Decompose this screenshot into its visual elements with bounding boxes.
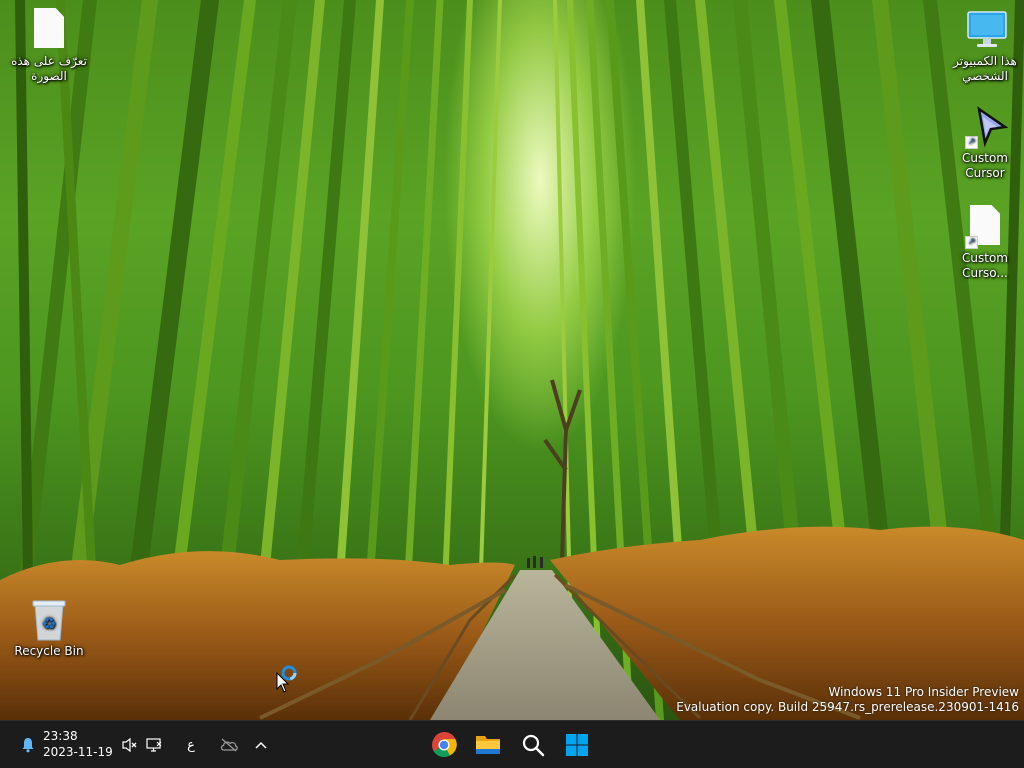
evaluation-watermark: Windows 11 Pro Insider Preview Evaluatio… — [676, 685, 1019, 715]
watermark-line2: Evaluation copy. Build 25947.rs_prerelea… — [676, 700, 1019, 714]
file-explorer-taskbar-button[interactable] — [472, 729, 504, 761]
shortcut-arrow-icon: ↗ — [965, 236, 978, 249]
custom-cursor-icon: ↗ — [965, 105, 1009, 149]
onedrive-button[interactable] — [216, 733, 242, 757]
onedrive-offline-icon — [220, 738, 238, 752]
search-icon — [522, 734, 545, 757]
watermark-line1: Windows 11 Pro Insider Preview — [828, 685, 1019, 699]
desktop-icon-label: Recycle Bin — [14, 644, 84, 658]
clock-date: 2023-11-19 — [43, 745, 113, 759]
bell-icon — [22, 738, 34, 753]
desktop-icon-label: تعرّف على هذه الصورة — [11, 54, 87, 83]
taskbar: 23:38 2023-11-19 ع — [0, 720, 1024, 768]
document-icon — [34, 8, 64, 48]
clock-time: 23:38 — [43, 729, 78, 743]
desktop[interactable]: تعرّف على هذه الصورة ♻ Recycle Bin هذا ا… — [0, 0, 1024, 720]
bamboo-forest-wallpaper — [0, 0, 1024, 720]
desktop-icon-recycle-bin[interactable]: ♻ Recycle Bin — [9, 598, 89, 659]
desktop-icon-custom-cursor-file[interactable]: ↗ Custom Curso... — [945, 205, 1024, 281]
desktop-icon-label: هذا الكمبيوتر الشخصي — [953, 54, 1017, 83]
notifications-button[interactable] — [14, 731, 42, 759]
start-icon — [566, 734, 588, 756]
clock[interactable]: 23:38 2023-11-19 — [43, 728, 113, 760]
start-button[interactable] — [561, 729, 593, 761]
desktop-icon-learn-about-picture[interactable]: تعرّف على هذه الصورة — [9, 8, 89, 84]
shortcut-arrow-icon: ↗ — [965, 136, 978, 149]
input-language-label: ع — [187, 737, 195, 753]
file-explorer-icon — [476, 736, 500, 754]
svg-text:♻: ♻ — [42, 614, 56, 633]
search-taskbar-button[interactable] — [517, 729, 549, 761]
this-pc-icon — [965, 8, 1007, 52]
busy-mouse-cursor — [276, 665, 300, 698]
input-language-indicator[interactable]: ع — [180, 733, 202, 757]
chevron-up-icon — [255, 741, 267, 749]
chrome-icon — [432, 732, 457, 758]
show-hidden-icons-button[interactable] — [250, 733, 272, 757]
desktop-icon-label: Custom Curso... — [962, 251, 1008, 280]
speaker-muted-icon — [122, 737, 137, 753]
network-button[interactable] — [142, 733, 166, 757]
desktop-icon-custom-cursor[interactable]: ↗ Custom Cursor — [945, 105, 1024, 181]
chrome-taskbar-button[interactable] — [428, 729, 460, 761]
volume-button[interactable] — [118, 733, 142, 757]
desktop-icon-this-pc[interactable]: هذا الكمبيوتر الشخصي — [945, 8, 1024, 84]
desktop-icon-label: Custom Cursor — [962, 151, 1008, 180]
recycle-bin-icon: ♻ — [29, 598, 69, 642]
network-disconnected-icon — [146, 738, 162, 752]
